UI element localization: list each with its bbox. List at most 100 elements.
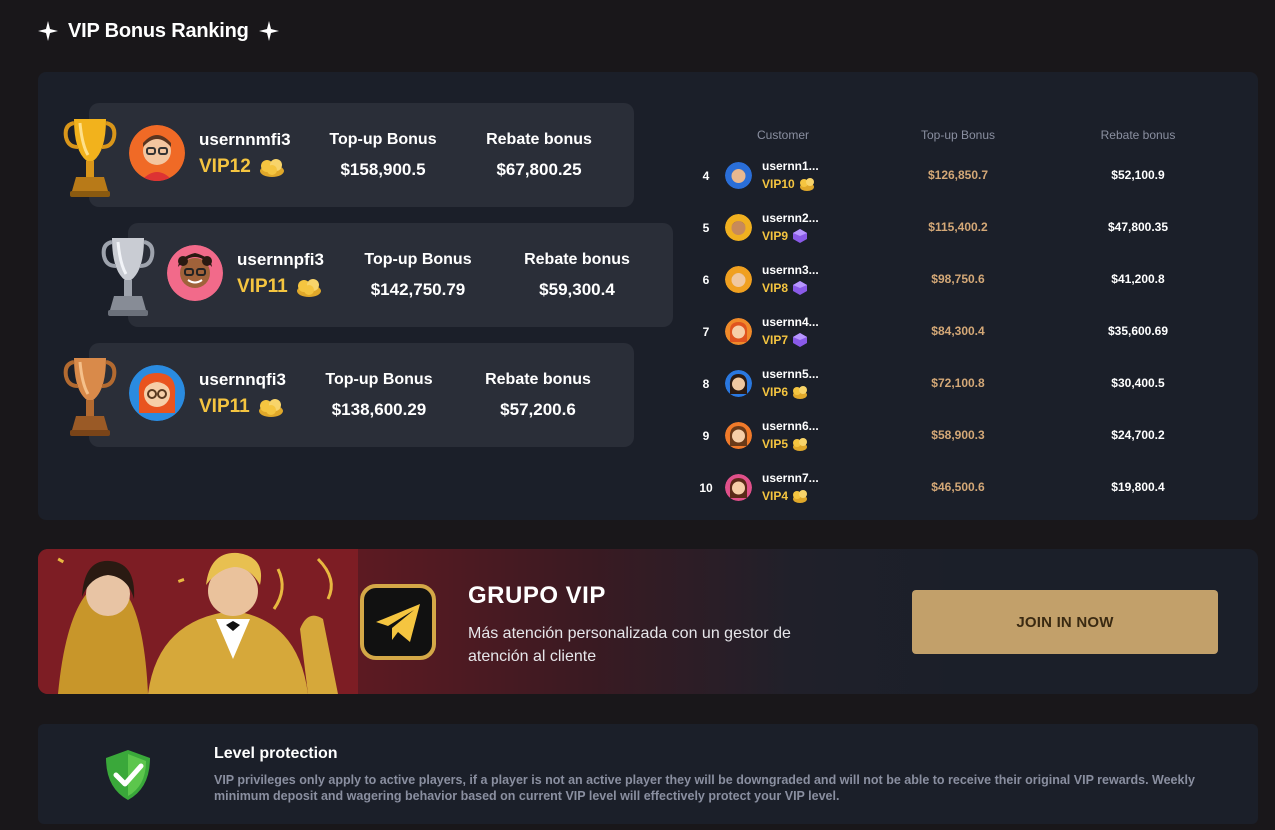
table-row: 5 usernn2... VIP9 $115,400.2 $47,800.35 <box>688 208 1248 248</box>
gold-coins-icon <box>259 159 284 177</box>
table-row: 7 usernn4... VIP7 $84,300.4 $35,600.69 <box>688 312 1248 352</box>
sparkle-icon <box>258 21 279 41</box>
gold-coins-icon <box>799 178 814 191</box>
banner-title: GRUPO VIP <box>468 582 606 609</box>
vip-level: VIP11 <box>237 276 324 298</box>
rank-number: 8 <box>702 377 710 391</box>
vip-level: VIP4 <box>762 488 809 504</box>
rebate-value: $67,800.25 <box>496 160 582 179</box>
ranking-panel: usernnmfi3 VIP12 Top-up Bonus $158,900.5… <box>38 72 1258 520</box>
topup-value: $72,100.8 <box>931 376 985 390</box>
topup-value: $126,850.7 <box>927 168 989 182</box>
protection-text: VIP privileges only apply to active play… <box>214 773 1195 803</box>
vip-group-banner: GRUPO VIP Más atención personalizada con… <box>38 549 1258 694</box>
shield-check-icon <box>106 750 150 800</box>
sparkle-icon <box>38 21 58 41</box>
username: usernn4... <box>762 315 819 329</box>
column-header-topup: Top-up Bonus <box>920 128 996 142</box>
rank-number: 6 <box>702 273 710 287</box>
topup-label: Top-up Bonus <box>364 251 472 268</box>
rebate-value: $19,800.4 <box>1111 480 1165 494</box>
podium-card-3: usernnqfi3 VIP11 Top-up Bonus $138,600.2… <box>89 343 634 447</box>
rebate-value: $35,600.69 <box>1107 324 1169 338</box>
protection-title: Level protection <box>214 745 338 762</box>
topup-value: $58,900.3 <box>931 428 985 442</box>
purple-gem-icon <box>793 281 808 295</box>
table-row: 10 usernn7... VIP4 $46,500.6 $19,800.4 <box>688 468 1248 508</box>
column-header-customer: Customer <box>757 128 810 142</box>
vip-label: VIP8 <box>762 281 789 295</box>
avatar <box>725 422 752 449</box>
rebate-value: $41,200.8 <box>1111 272 1165 286</box>
topup-label: Top-up Bonus <box>325 371 433 388</box>
rebate-label: Rebate bonus <box>486 131 592 148</box>
topup-value: $46,500.6 <box>931 480 985 494</box>
vip-level: VIP5 <box>762 436 809 452</box>
avatar <box>725 266 752 293</box>
vip-label: VIP11 <box>199 396 250 417</box>
vip-level: VIP6 <box>762 384 809 400</box>
table-row: 8 usernn5... VIP6 $72,100.8 $30,400.5 <box>688 364 1248 404</box>
topup-value: $142,750.79 <box>370 280 466 299</box>
username: usernn5... <box>762 367 819 381</box>
podium-card-2: usernnpfi3 VIP11 Top-up Bonus $142,750.7… <box>128 223 673 327</box>
username: usernnmfi3 <box>199 130 291 149</box>
gold-coins-icon <box>793 490 808 503</box>
avatar <box>129 365 185 421</box>
level-protection-panel: Level protection VIP privileges only app… <box>38 724 1258 824</box>
gold-trophy-icon <box>63 119 117 197</box>
rank-number: 9 <box>702 429 710 443</box>
rank-number: 5 <box>702 221 710 235</box>
vip-level: VIP9 <box>762 228 809 244</box>
podium-card-1: usernnmfi3 VIP12 Top-up Bonus $158,900.5… <box>89 103 634 207</box>
rank-number: 7 <box>702 325 710 339</box>
username: usernnqfi3 <box>199 370 286 389</box>
section-header: VIP Bonus Ranking <box>38 16 279 46</box>
table-row: 4 usernn1... VIP10 $126,850.7 $52,100.9 <box>688 156 1248 196</box>
avatar <box>167 245 223 301</box>
username: usernn3... <box>762 263 819 277</box>
topup-value: $98,750.6 <box>931 272 985 286</box>
silver-trophy-icon <box>101 238 155 316</box>
avatar <box>725 370 752 397</box>
avatar <box>725 214 752 241</box>
username: usernn6... <box>762 419 819 433</box>
page-title: VIP Bonus Ranking <box>68 19 249 42</box>
vip-level: VIP11 <box>199 396 286 418</box>
vip-label: VIP11 <box>237 276 288 297</box>
table-row: 6 usernn3... VIP8 $98,750.6 $41,200.8 <box>688 260 1248 300</box>
rebate-value: $47,800.35 <box>1107 220 1169 234</box>
gold-coins-icon <box>296 279 321 297</box>
topup-value: $158,900.5 <box>340 160 426 179</box>
column-header-rebate: Rebate bonus <box>1100 128 1176 142</box>
rebate-value: $30,400.5 <box>1111 376 1165 390</box>
rebate-label: Rebate bonus <box>485 371 591 388</box>
topup-value: $84,300.4 <box>931 324 985 338</box>
rebate-value: $24,700.2 <box>1111 428 1165 442</box>
username: usernn7... <box>762 471 819 485</box>
avatar <box>725 162 752 189</box>
username: usernnpfi3 <box>237 250 324 269</box>
vip-level: VIP10 <box>762 176 816 192</box>
table-row: 9 usernn6... VIP5 $58,900.3 $24,700.2 <box>688 416 1248 456</box>
celebration-illustration <box>38 549 358 694</box>
rebate-label: Rebate bonus <box>524 251 630 268</box>
vip-label: VIP6 <box>762 385 789 399</box>
vip-label: VIP5 <box>762 437 789 451</box>
topup-label: Top-up Bonus <box>329 131 437 148</box>
vip-label: VIP12 <box>199 156 251 177</box>
rank-number: 4 <box>702 169 710 183</box>
vip-label: VIP10 <box>762 177 795 191</box>
rebate-value: $57,200.6 <box>500 400 576 419</box>
gold-coins-icon <box>793 386 808 399</box>
purple-gem-icon <box>793 333 808 347</box>
avatar <box>725 474 752 501</box>
telegram-icon <box>360 584 436 660</box>
join-now-button[interactable]: JOIN IN NOW <box>912 590 1218 654</box>
purple-gem-icon <box>793 229 808 243</box>
vip-level: VIP8 <box>762 280 809 296</box>
gold-coins-icon <box>258 399 283 417</box>
gold-coins-icon <box>793 438 808 451</box>
vip-label: VIP4 <box>762 489 789 503</box>
username: usernn2... <box>762 211 819 225</box>
